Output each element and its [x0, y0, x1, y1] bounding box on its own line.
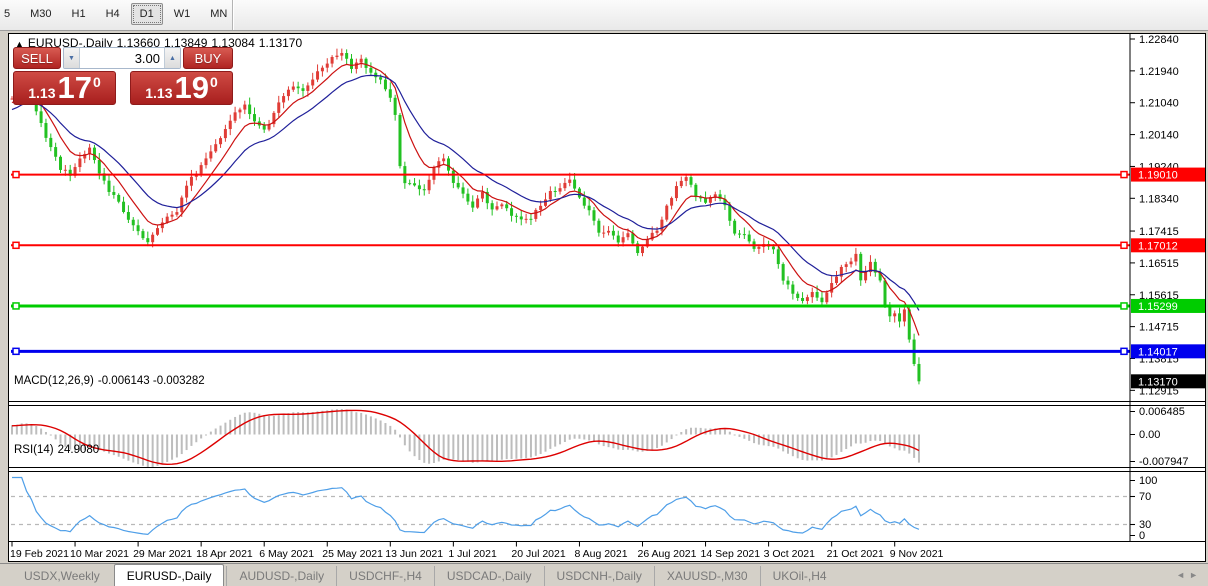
- svg-text:6 May 2021: 6 May 2021: [259, 548, 314, 560]
- tab-usdcad-daily[interactable]: USDCAD-,Daily: [434, 566, 544, 586]
- tab-usdx-weekly[interactable]: USDX,Weekly: [12, 566, 112, 586]
- toolbar-divider: [232, 0, 233, 30]
- bid-pips: 17: [57, 73, 91, 103]
- svg-text:18 Apr 2021: 18 Apr 2021: [196, 548, 253, 560]
- macd-values: -0.006143 -0.003282: [98, 375, 205, 387]
- hline-1.15299[interactable]: [11, 303, 1130, 309]
- svg-text:1.21040: 1.21040: [1139, 98, 1179, 110]
- timeframe-m30[interactable]: M30: [21, 3, 60, 25]
- svg-text:1.15299: 1.15299: [1138, 301, 1178, 313]
- macd-pane: [11, 409, 920, 467]
- rsi-name: RSI(14): [14, 444, 54, 456]
- rsi-values: 24.9080: [58, 444, 100, 456]
- svg-text:20 Jul 2021: 20 Jul 2021: [511, 548, 565, 560]
- ask-pips: 19: [174, 73, 208, 103]
- tabs: USDX,WeeklyEURUSD-,DailyAUDUSD-,DailyUSD…: [12, 564, 839, 586]
- svg-text:-0.007947: -0.007947: [1139, 456, 1189, 468]
- triangle-up-icon: ▲: [169, 55, 176, 62]
- tab-scroll-left-icon[interactable]: ◄: [1176, 570, 1189, 580]
- timeframe-h4[interactable]: H4: [97, 3, 129, 25]
- rsi-label: RSI(14) 24.9080: [14, 444, 103, 456]
- svg-text:8 Aug 2021: 8 Aug 2021: [574, 548, 627, 560]
- hline-1.14017[interactable]: [11, 348, 1130, 354]
- svg-text:1.17415: 1.17415: [1139, 226, 1179, 238]
- volume-increase-button[interactable]: ▲: [164, 48, 180, 68]
- svg-text:14 Sep 2021: 14 Sep 2021: [701, 548, 761, 560]
- svg-text:1.22840: 1.22840: [1139, 34, 1179, 46]
- svg-text:1.19010: 1.19010: [1138, 170, 1178, 182]
- macd-name: MACD(12,26,9): [14, 375, 94, 387]
- tab-audusd-daily[interactable]: AUDUSD-,Daily: [226, 566, 336, 586]
- rsi-pane: [11, 478, 1136, 535]
- bid-point: 0: [93, 74, 101, 90]
- volume-decrease-button[interactable]: ▼: [64, 48, 80, 68]
- svg-text:26 Aug 2021: 26 Aug 2021: [638, 548, 697, 560]
- date-axis: 19 Feb 202110 Mar 2021 29 Mar 2021 18 Apr …: [10, 542, 944, 561]
- svg-text:1.20140: 1.20140: [1139, 130, 1179, 142]
- svg-text:1.21940: 1.21940: [1139, 66, 1179, 78]
- tab-eurusd-daily[interactable]: EURUSD-,Daily: [114, 564, 225, 586]
- timeframe-5[interactable]: 5: [0, 3, 19, 25]
- svg-text:70: 70: [1139, 491, 1151, 503]
- tab-usdcnh-daily[interactable]: USDCNH-,Daily: [544, 566, 654, 586]
- svg-text:10 Mar 2021: 10 Mar 2021: [70, 548, 129, 560]
- timeframe-buttons: 5M30H1H4D1W1MN: [0, 3, 237, 25]
- ohlc-close: 1.13170: [259, 36, 302, 50]
- chart-canvas[interactable]: 1.228401.219401.210401.201401.192401.183…: [9, 34, 1205, 561]
- svg-text:0: 0: [1139, 530, 1145, 542]
- volume-spinner: ▼ 3.00 ▲: [63, 47, 181, 69]
- timeframe-toolbar: 5M30H1H4D1W1MN: [0, 0, 1208, 31]
- svg-text:21 Oct 2021: 21 Oct 2021: [827, 548, 884, 560]
- svg-text:1.14017: 1.14017: [1138, 346, 1178, 358]
- timeframe-w1[interactable]: W1: [165, 3, 200, 25]
- price-scale: 1.228401.219401.210401.201401.192401.183…: [1130, 34, 1205, 542]
- chart-tab-bar: USDX,WeeklyEURUSD-,DailyAUDUSD-,DailyUSD…: [0, 563, 1208, 586]
- hline-1.17012[interactable]: [11, 242, 1130, 248]
- tab-usdchf-h4[interactable]: USDCHF-,H4: [336, 566, 434, 586]
- svg-text:0.006485: 0.006485: [1139, 406, 1185, 418]
- sell-button[interactable]: SELL: [13, 47, 61, 69]
- svg-text:1.16515: 1.16515: [1139, 258, 1179, 270]
- one-click-trading-widget: SELL ▼ 3.00 ▲ BUY 1.13 17 0 1.13 19 0: [13, 47, 233, 105]
- bid-prefix: 1.13: [28, 85, 55, 101]
- svg-text:1.13170: 1.13170: [1138, 376, 1178, 388]
- svg-text:3 Oct 2021: 3 Oct 2021: [764, 548, 816, 560]
- svg-text:1.14715: 1.14715: [1139, 322, 1179, 334]
- svg-text:29 Mar 2021: 29 Mar 2021: [133, 548, 192, 560]
- svg-text:0.00: 0.00: [1139, 429, 1160, 441]
- tab-ukoil-h4[interactable]: UKOil-,H4: [760, 566, 839, 586]
- macd-label: MACD(12,26,9) -0.006143 -0.003282: [14, 375, 209, 387]
- volume-input[interactable]: 3.00: [80, 48, 164, 68]
- bid-quote[interactable]: 1.13 17 0: [13, 71, 116, 105]
- timeframe-h1[interactable]: H1: [63, 3, 95, 25]
- svg-text:19 Feb 2021: 19 Feb 2021: [10, 548, 69, 560]
- svg-text:9 Nov 2021: 9 Nov 2021: [890, 548, 944, 560]
- timeframe-d1[interactable]: D1: [131, 3, 163, 25]
- ask-quote[interactable]: 1.13 19 0: [130, 71, 233, 105]
- svg-text:1.18340: 1.18340: [1139, 193, 1179, 205]
- tab-xauusd-m30[interactable]: XAUUSD-,M30: [654, 566, 760, 586]
- ask-point: 0: [210, 74, 218, 90]
- svg-text:13 Jun 2021: 13 Jun 2021: [385, 548, 443, 560]
- triangle-down-icon: ▼: [68, 55, 75, 62]
- tab-scroll-arrows: ◄►: [1176, 570, 1202, 580]
- svg-text:1 Jul 2021: 1 Jul 2021: [448, 548, 497, 560]
- svg-text:1.17012: 1.17012: [1138, 240, 1178, 252]
- ask-prefix: 1.13: [145, 85, 172, 101]
- svg-text:100: 100: [1139, 475, 1157, 487]
- tab-scroll-right-icon[interactable]: ►: [1189, 570, 1202, 580]
- chart-window: 1.228401.219401.210401.201401.192401.183…: [8, 33, 1206, 562]
- svg-text:25 May 2021: 25 May 2021: [322, 548, 383, 560]
- hline-1.19010[interactable]: [11, 172, 1130, 178]
- buy-button[interactable]: BUY: [183, 47, 233, 69]
